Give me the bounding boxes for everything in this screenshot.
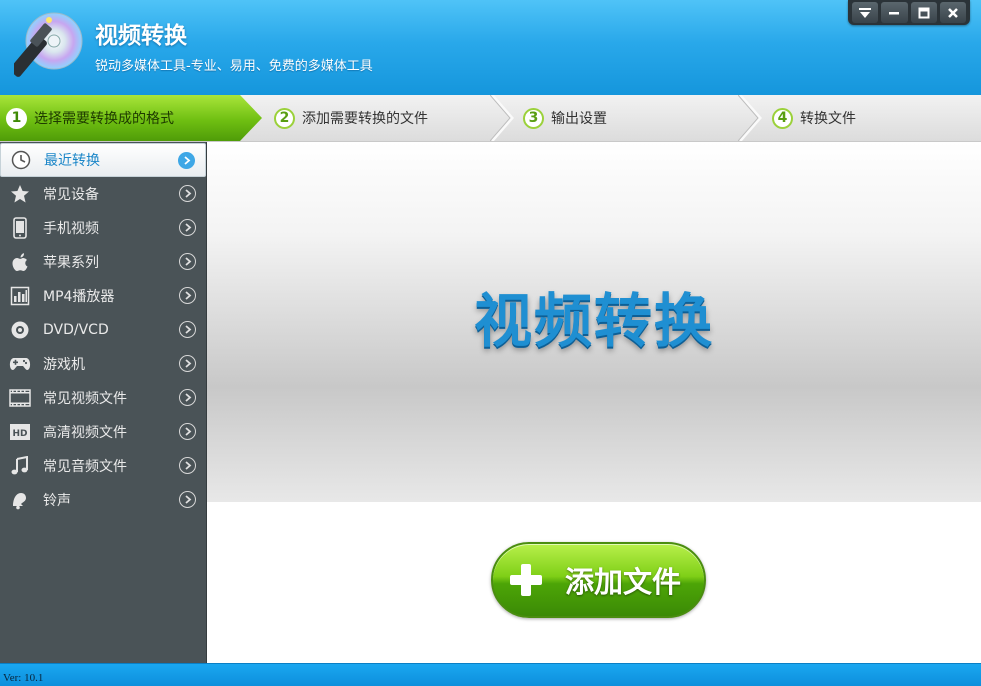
- step-4-convert-files[interactable]: 4 转换文件: [772, 95, 856, 141]
- sidebar-item-label: 铃声: [43, 493, 71, 509]
- film-icon: [9, 387, 31, 409]
- menu-button[interactable]: [852, 2, 879, 23]
- sidebar-item-label: 常见音频文件: [43, 459, 127, 475]
- chevron-right-icon: [179, 185, 196, 202]
- sidebar-item-label: 常见视频文件: [43, 391, 127, 407]
- sidebar-item-game-console[interactable]: 游戏机: [0, 347, 206, 381]
- menu-icon: [859, 7, 872, 18]
- minimize-button[interactable]: [881, 2, 908, 23]
- disc-icon: [9, 319, 31, 341]
- sidebar-item-label: 手机视频: [43, 221, 99, 237]
- step-1-select-format[interactable]: 1 选择需要转换成的格式: [6, 95, 174, 141]
- sidebar-item-common-devices[interactable]: 常见设备: [0, 177, 206, 211]
- step-number: 3: [523, 107, 544, 129]
- star-icon: [9, 183, 31, 205]
- step-label: 添加需要转换的文件: [302, 111, 428, 127]
- sidebar-item-common-video[interactable]: 常见视频文件: [0, 381, 206, 415]
- app-logo-icon: [14, 12, 83, 77]
- add-file-button-label: 添加文件: [565, 565, 682, 599]
- ringtone-icon: [9, 489, 31, 511]
- sidebar-item-label: 游戏机: [43, 357, 85, 373]
- apple-icon: [9, 251, 31, 273]
- hd-icon: HD: [9, 421, 31, 443]
- step-separator: [738, 95, 762, 141]
- sidebar-item-audio[interactable]: 常见音频文件: [0, 449, 206, 483]
- chevron-right-icon: [179, 287, 196, 304]
- maximize-button[interactable]: [910, 2, 937, 23]
- sidebar-item-ringtone[interactable]: 铃声: [0, 483, 206, 517]
- main-panel: 视频转换 添加文件: [207, 142, 981, 663]
- category-sidebar: 最近转换 常见设备 手机视频 苹果系列 MP4播放器 DVD/VCD 游戏机 常…: [0, 142, 207, 663]
- svg-text:HD: HD: [12, 429, 27, 439]
- sidebar-item-label: 常见设备: [43, 187, 99, 203]
- sidebar-item-recent[interactable]: 最近转换: [0, 143, 206, 177]
- mp4-player-icon: [9, 285, 31, 307]
- chevron-right-icon: [179, 389, 196, 406]
- chevron-right-icon: [179, 423, 196, 440]
- gamepad-icon: [9, 353, 31, 375]
- sidebar-item-label: MP4播放器: [43, 289, 115, 305]
- step-3-output-settings[interactable]: 3 输出设置: [523, 95, 607, 141]
- step-label: 输出设置: [551, 111, 607, 127]
- sidebar-item-label: DVD/VCD: [43, 322, 109, 338]
- clock-icon: [10, 149, 32, 171]
- sidebar-item-dvd-vcd[interactable]: DVD/VCD: [0, 313, 206, 347]
- sidebar-item-mp4-player[interactable]: MP4播放器: [0, 279, 206, 313]
- hero-title: 视频转换: [473, 287, 714, 355]
- chevron-right-icon: [179, 253, 196, 270]
- step-number: 2: [274, 107, 295, 129]
- sidebar-item-label: 高清视频文件: [43, 425, 127, 441]
- sidebar-item-apple[interactable]: 苹果系列: [0, 245, 206, 279]
- sidebar-item-label: 最近转换: [44, 153, 100, 169]
- chevron-right-icon: [179, 355, 196, 372]
- step-2-add-files[interactable]: 2 添加需要转换的文件: [274, 95, 428, 141]
- add-file-button[interactable]: 添加文件: [491, 542, 706, 618]
- step-number: 4: [772, 107, 793, 129]
- chevron-right-icon: [179, 219, 196, 236]
- music-note-icon: [9, 455, 31, 477]
- close-icon: [947, 7, 958, 18]
- chevron-right-icon: [178, 152, 195, 169]
- sidebar-item-label: 苹果系列: [43, 255, 99, 271]
- status-bar: Ver: 10.1: [0, 663, 981, 686]
- sidebar-item-hd-video[interactable]: HD 高清视频文件: [0, 415, 206, 449]
- plus-icon: [510, 564, 542, 596]
- app-title: 视频转换: [95, 23, 187, 49]
- sidebar-item-mobile-video[interactable]: 手机视频: [0, 211, 206, 245]
- chevron-right-icon: [179, 457, 196, 474]
- step-label: 选择需要转换成的格式: [34, 111, 174, 127]
- title-bar: 视频转换 锐动多媒体工具-专业、易用、免费的多媒体工具: [0, 0, 981, 95]
- close-button[interactable]: [939, 2, 966, 23]
- wizard-steps: 1 选择需要转换成的格式 2 添加需要转换的文件 3 输出设置 4 转换文件: [0, 95, 981, 142]
- step-label: 转换文件: [800, 111, 856, 127]
- phone-icon: [9, 217, 31, 239]
- maximize-icon: [918, 7, 930, 18]
- version-label: Ver: 10.1: [3, 672, 44, 684]
- step-separator: [490, 95, 514, 141]
- window-controls: [848, 0, 970, 25]
- chevron-right-icon: [179, 491, 196, 508]
- minimize-icon: [889, 11, 900, 14]
- app-subtitle: 锐动多媒体工具-专业、易用、免费的多媒体工具: [95, 59, 373, 74]
- chevron-right-icon: [179, 321, 196, 338]
- step-number: 1: [6, 107, 27, 129]
